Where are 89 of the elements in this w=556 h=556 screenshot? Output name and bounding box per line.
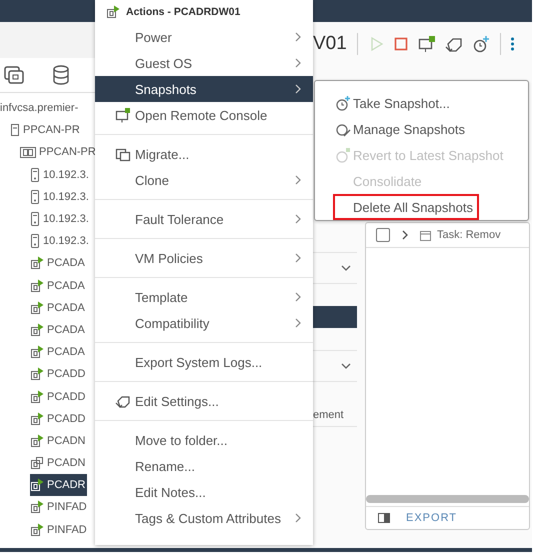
- chevron-down-icon: [341, 363, 351, 369]
- chevron-right-icon: [295, 32, 301, 42]
- tree-item[interactable]: PINFAD: [30, 518, 88, 541]
- menu-item[interactable]: Snapshots: [95, 76, 313, 102]
- chevron-right-icon: [295, 513, 301, 523]
- tree-item[interactable]: PCADN: [30, 452, 87, 474]
- chevron-right-icon: [295, 253, 301, 263]
- chevron-right-icon: [295, 84, 301, 94]
- tree-item[interactable]: PCADA: [30, 341, 86, 364]
- chevron-right-icon: [295, 58, 301, 68]
- menu-item[interactable]: VM Policies: [95, 245, 313, 271]
- tree-item[interactable]: PCADD: [30, 385, 87, 408]
- datacenter-icon: [10, 123, 20, 138]
- columns-icon: [378, 513, 390, 523]
- vm-running-icon: [30, 500, 44, 514]
- tree-item[interactable]: PCADR: [30, 474, 87, 496]
- vm-running-icon: [30, 256, 44, 270]
- tree-item[interactable]: PCADA: [30, 318, 86, 342]
- vm-running-icon: [30, 367, 44, 382]
- tree-item[interactable]: PCADA: [30, 296, 86, 319]
- vm-running-icon: [30, 390, 44, 404]
- menu-item[interactable]: Tags & Custom Attributes: [95, 505, 313, 531]
- snapshot-revert-icon: [335, 147, 351, 163]
- menu-item[interactable]: Migrate...: [95, 141, 313, 167]
- more-icon: [510, 37, 514, 51]
- export-button[interactable]: EXPORT: [406, 512, 458, 524]
- tree-item[interactable]: PCADD: [30, 408, 87, 430]
- menu-item[interactable]: Edit Notes...: [95, 479, 313, 505]
- menu-item[interactable]: Manage Snapshots: [333, 116, 472, 142]
- chevron-right-icon: [295, 175, 301, 185]
- vm-running-icon: [30, 478, 44, 492]
- snapshot-icon[interactable]: [472, 35, 490, 53]
- tree-item[interactable]: PPCAN-PR: [10, 119, 81, 142]
- chevron-right-icon: [295, 318, 301, 328]
- menu-item[interactable]: Open Remote Console: [95, 102, 313, 128]
- server-icon: [30, 212, 40, 226]
- menu-item[interactable]: Export System Logs...: [95, 349, 313, 375]
- vm-running-icon: [30, 278, 44, 293]
- tree-item[interactable]: PCADN: [30, 430, 87, 452]
- object-title: V01: [313, 33, 347, 55]
- vm-running-icon: [30, 412, 44, 426]
- vm-running-icon: [30, 322, 44, 337]
- console-icon: [115, 107, 131, 123]
- expand-icon: [402, 230, 408, 240]
- menu-item[interactable]: Move to folder...: [95, 427, 313, 453]
- console-icon[interactable]: [418, 35, 436, 53]
- chevron-right-icon: [295, 292, 301, 302]
- tree-item[interactable]: 10.192.3.: [30, 230, 90, 252]
- menu-item[interactable]: Delete All Snapshots: [333, 194, 479, 220]
- tree-item[interactable]: 10.192.3.: [30, 164, 90, 186]
- tree-item[interactable]: PPCAN-PR: [20, 141, 97, 164]
- cluster-icon: [20, 145, 36, 160]
- vm-running-icon: [30, 434, 44, 448]
- menu-item[interactable]: Take Snapshot...: [333, 90, 456, 116]
- tree-item[interactable]: 10.192.3.: [30, 208, 90, 230]
- server-icon: [30, 190, 40, 204]
- menu-item[interactable]: Template: [95, 284, 313, 310]
- menu-item[interactable]: Compatibility: [95, 310, 313, 336]
- menu-item[interactable]: Edit Settings...: [95, 388, 313, 414]
- stop-icon[interactable]: [392, 36, 409, 52]
- chevron-down-icon: [341, 265, 351, 271]
- tree-item[interactable]: PINFAD: [30, 496, 88, 519]
- menu-item[interactable]: Fault Tolerance: [95, 206, 313, 232]
- vm-icon: [30, 456, 44, 470]
- snapshot-add-icon: [335, 95, 351, 111]
- database-icon: [52, 65, 70, 85]
- tree-item[interactable]: infvcsa.premier-: [0, 97, 80, 120]
- menu-item[interactable]: Guest OS: [95, 50, 313, 76]
- server-icon: [30, 234, 40, 248]
- menu-title: Actions - PCADRDW01: [126, 6, 240, 18]
- chevron-right-icon: [295, 214, 301, 224]
- task-name: Task: Remov: [437, 229, 501, 241]
- vm-running-icon: [30, 300, 44, 315]
- tree-item[interactable]: PCADA: [30, 274, 86, 297]
- tree-item[interactable]: PCADA: [30, 252, 86, 274]
- tree-item[interactable]: 10.192.3.: [30, 186, 90, 208]
- migrate-icon: [115, 146, 131, 162]
- server-icon: [30, 168, 40, 182]
- scrollbar[interactable]: [366, 495, 529, 503]
- menu-item[interactable]: Power: [95, 24, 313, 50]
- calendar-icon: [420, 230, 431, 240]
- vms-icon: [4, 66, 24, 84]
- menu-item[interactable]: Rename...: [95, 453, 313, 479]
- menu-item[interactable]: Clone: [95, 167, 313, 193]
- tree-item[interactable]: PCADD: [30, 363, 87, 386]
- checkbox[interactable]: [376, 228, 390, 242]
- vm-running-icon: [30, 345, 44, 360]
- vm-running-icon: [106, 5, 120, 19]
- vm-running-icon: [30, 522, 44, 537]
